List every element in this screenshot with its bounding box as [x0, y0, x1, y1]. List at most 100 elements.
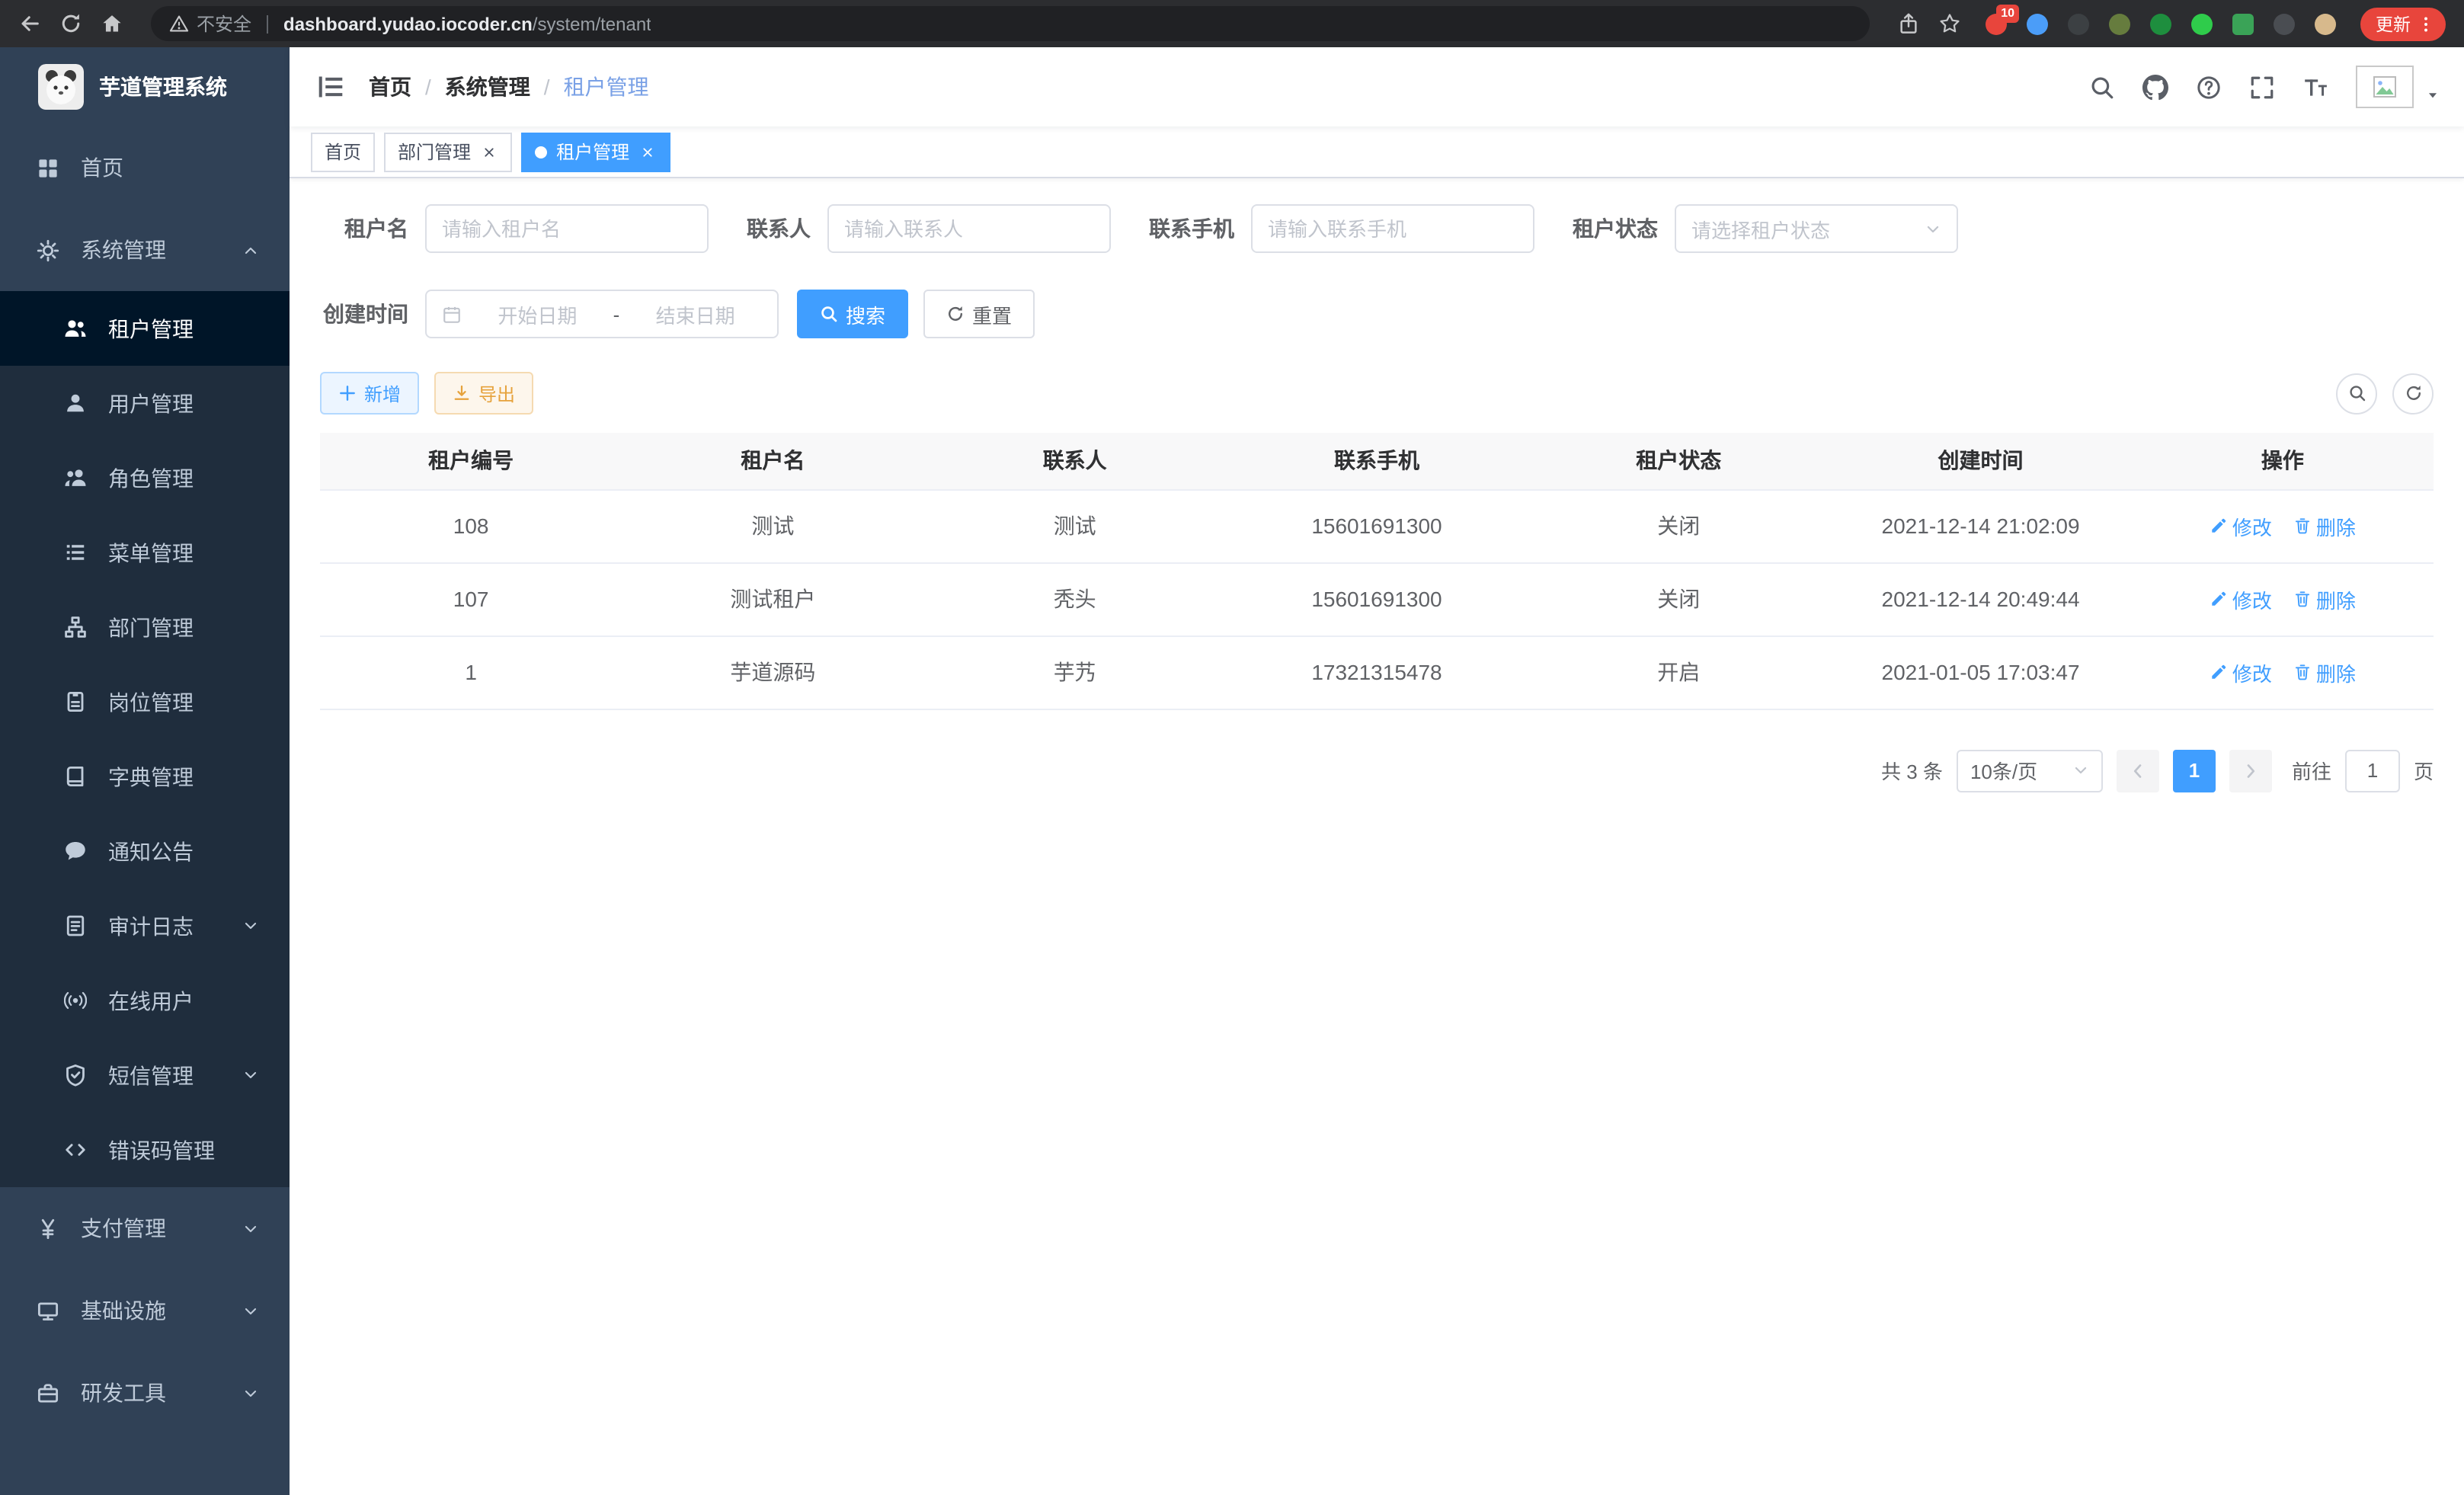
extension-icon[interactable] [2150, 13, 2171, 34]
refresh-table-button[interactable] [2392, 373, 2434, 414]
prev-page-button[interactable] [2117, 749, 2159, 792]
reset-button[interactable]: 重置 [923, 290, 1035, 338]
delete-link[interactable]: 删除 [2293, 511, 2356, 540]
table-row: 108测试测试15601691300关闭2021-12-14 21:02:09修… [320, 489, 2434, 562]
edit-link[interactable]: 修改 [2210, 658, 2272, 687]
extension-icon[interactable]: 10 [1986, 13, 2007, 34]
page-number-1[interactable]: 1 [2173, 749, 2216, 792]
breadcrumb-item[interactable]: 系统管理 [445, 72, 530, 102]
sidebar-item-17[interactable]: 研发工具 [0, 1352, 290, 1434]
sidebar-item-label: 岗位管理 [108, 687, 194, 717]
extension-icon[interactable] [2191, 13, 2213, 34]
pagination: 共 3 条 10条/页 1 前往 [320, 749, 2434, 792]
tab-3[interactable]: 租户管理 [521, 132, 670, 171]
shield-icon [62, 1064, 87, 1087]
chrome-update-button[interactable]: 更新 [2360, 7, 2446, 40]
toggle-search-button[interactable] [2336, 373, 2377, 414]
sidebar-item-8[interactable]: 岗位管理 [0, 664, 290, 739]
export-button[interactable]: 导出 [434, 372, 533, 415]
trash-icon [2293, 663, 2312, 681]
hamburger-icon[interactable] [314, 73, 360, 101]
sidebar-item-15[interactable]: 支付管理 [0, 1187, 290, 1269]
sidebar-item-3[interactable]: 租户管理 [0, 291, 290, 366]
font-size-icon[interactable] [2302, 74, 2328, 100]
phone-input[interactable] [1251, 204, 1534, 253]
sidebar-item-1[interactable]: 首页 [0, 126, 290, 209]
extension-icon[interactable] [2232, 13, 2254, 34]
search-icon[interactable] [2089, 74, 2115, 100]
tenant-name-input[interactable] [425, 204, 709, 253]
contact-field[interactable] [844, 217, 1094, 240]
sidebar-item-6[interactable]: 菜单管理 [0, 515, 290, 590]
app-frame: 芋道管理系统 首页系统管理租户管理用户管理角色管理菜单管理部门管理岗位管理字典管… [0, 47, 2464, 1495]
tenant-table-body: 108测试测试15601691300关闭2021-12-14 21:02:09修… [320, 489, 2434, 709]
cell-name: 测试 [622, 489, 923, 562]
security-status[interactable]: 不安全 [169, 11, 251, 37]
add-button[interactable]: 新增 [320, 372, 419, 415]
tab-1[interactable]: 首页 [311, 132, 375, 171]
sidebar-item-14[interactable]: 错误码管理 [0, 1112, 290, 1187]
sidebar-item-10[interactable]: 通知公告 [0, 814, 290, 888]
main-area: 首页/系统管理/租户管理 [290, 47, 2464, 1495]
extension-icon[interactable] [2068, 13, 2089, 34]
extension-icon[interactable] [2274, 13, 2295, 34]
sidebar-item-label: 用户管理 [108, 388, 194, 418]
kebab-menu-icon[interactable] [2417, 14, 2435, 33]
table-row: 1芋道源码芋艿17321315478开启2021-01-05 17:03:47修… [320, 635, 2434, 709]
total-count: 共 3 条 [1881, 756, 1943, 785]
contact-input[interactable] [827, 204, 1111, 253]
github-icon[interactable] [2142, 74, 2168, 100]
sidebar-item-5[interactable]: 角色管理 [0, 440, 290, 515]
tab-2[interactable]: 部门管理 [384, 132, 512, 171]
sidebar-item-13[interactable]: 短信管理 [0, 1038, 290, 1112]
edit-link[interactable]: 修改 [2210, 511, 2272, 540]
bookmark-star-icon[interactable] [1938, 12, 1961, 35]
update-button-label: 更新 [2376, 11, 2411, 36]
close-icon[interactable] [480, 142, 498, 161]
edit-link[interactable]: 修改 [2210, 584, 2272, 613]
tenant-name-field[interactable] [442, 217, 692, 240]
status-select[interactable]: 请选择租户状态 [1675, 204, 1958, 253]
sidebar-item-4[interactable]: 用户管理 [0, 366, 290, 440]
sidebar-item-12[interactable]: 在线用户 [0, 963, 290, 1038]
sidebar-item-label: 基础设施 [81, 1295, 166, 1326]
back-icon[interactable] [18, 12, 41, 35]
sidebar-item-9[interactable]: 字典管理 [0, 739, 290, 814]
close-icon[interactable] [638, 142, 657, 161]
sidebar-item-7[interactable]: 部门管理 [0, 590, 290, 664]
delete-link-label: 删除 [2316, 511, 2356, 540]
search-button[interactable]: 搜索 [797, 290, 908, 338]
phone-field[interactable] [1268, 217, 1518, 240]
cell-contact: 测试 [924, 489, 1226, 562]
goto-page-input[interactable] [2345, 749, 2400, 792]
next-page-button[interactable] [2229, 749, 2272, 792]
sidebar-item-2[interactable]: 系统管理 [0, 209, 290, 291]
sidebar-item-11[interactable]: 审计日志 [0, 888, 290, 963]
home-icon[interactable] [101, 12, 123, 35]
contact-filter: 联系人 [747, 204, 1111, 253]
url-domain: dashboard.yudao.iocoder.cn [283, 13, 533, 34]
date-range-picker[interactable]: 开始日期 - 结束日期 [425, 290, 779, 338]
help-icon[interactable] [2196, 74, 2222, 100]
delete-link[interactable]: 删除 [2293, 584, 2356, 613]
edit-icon [2210, 590, 2228, 608]
delete-link[interactable]: 删除 [2293, 658, 2356, 687]
sidebar-item-label: 租户管理 [108, 313, 194, 344]
column-header: 创建时间 [1829, 433, 2131, 489]
fullscreen-icon[interactable] [2249, 74, 2275, 100]
share-icon[interactable] [1897, 12, 1920, 35]
sidebar-menu: 首页系统管理租户管理用户管理角色管理菜单管理部门管理岗位管理字典管理通知公告审计… [0, 126, 290, 1434]
breadcrumb-item[interactable]: 首页 [369, 72, 411, 102]
role-icon [62, 466, 87, 489]
cell-phone: 15601691300 [1226, 489, 1528, 562]
avatar[interactable] [2356, 66, 2414, 108]
page-unit-label: 页 [2414, 756, 2434, 785]
extension-icon[interactable] [2109, 13, 2130, 34]
reload-icon[interactable] [59, 12, 82, 35]
logo[interactable]: 芋道管理系统 [0, 47, 290, 126]
extension-icon[interactable] [2027, 13, 2048, 34]
extension-icon[interactable] [2315, 13, 2336, 34]
sidebar-item-16[interactable]: 基础设施 [0, 1269, 290, 1352]
address-bar[interactable]: 不安全 dashboard.yudao.iocoder.cn/system/te… [151, 6, 1870, 41]
page-size-select[interactable]: 10条/页 [1957, 749, 2103, 792]
